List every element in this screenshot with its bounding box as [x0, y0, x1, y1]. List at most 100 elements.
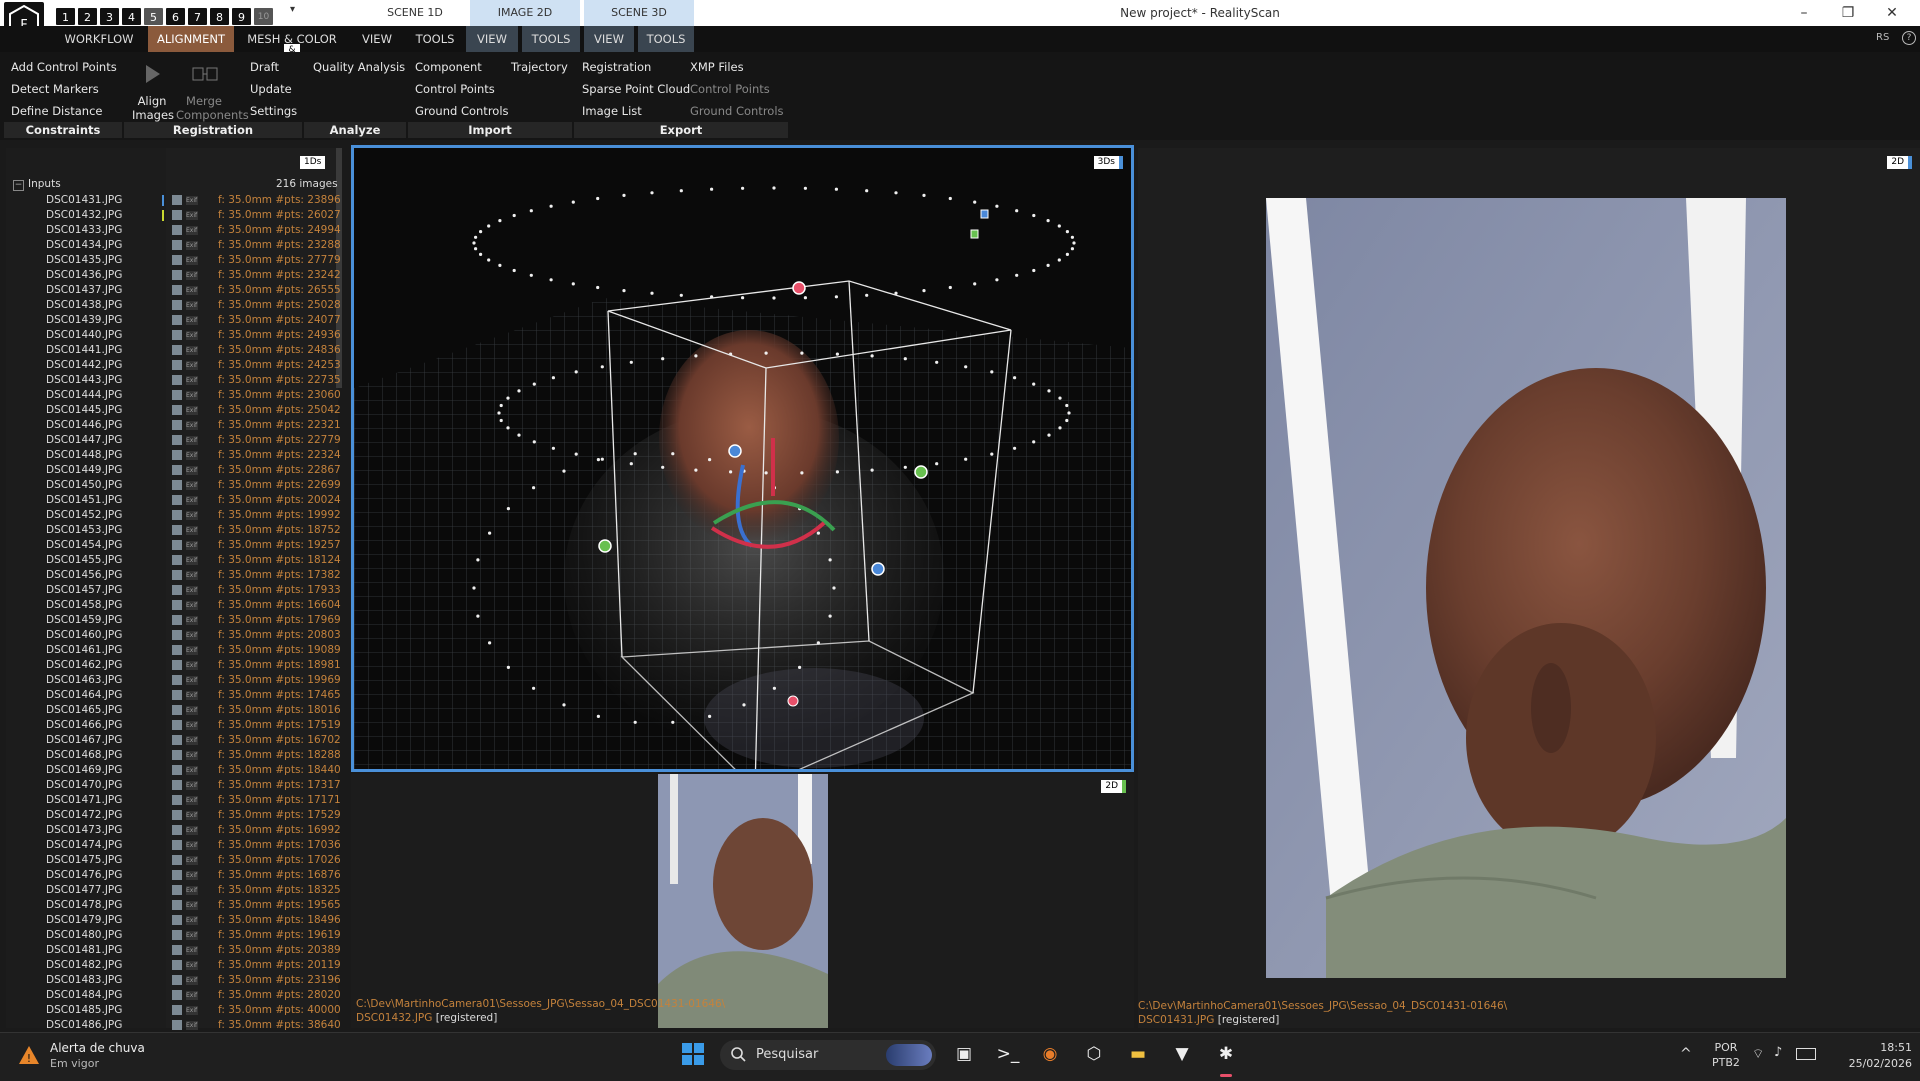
input-file-name[interactable]: DSC01437.JPG [46, 283, 122, 298]
input-file-name[interactable]: DSC01454.JPG [46, 538, 122, 553]
input-file-name[interactable]: DSC01466.JPG [46, 718, 122, 733]
file-explorer-icon[interactable]: ▬ [1124, 1040, 1152, 1068]
input-file-name[interactable]: DSC01471.JPG [46, 793, 122, 808]
export-control-points-button[interactable]: Control Points [690, 82, 770, 96]
input-file-name[interactable]: DSC01451.JPG [46, 493, 122, 508]
input-file-name[interactable]: DSC01472.JPG [46, 808, 122, 823]
input-file-name[interactable]: DSC01450.JPG [46, 478, 122, 493]
input-file-name[interactable]: DSC01443.JPG [46, 373, 122, 388]
input-file-name[interactable]: DSC01462.JPG [46, 658, 122, 673]
layout-button-7[interactable]: 7 [188, 8, 207, 25]
input-file-name[interactable]: DSC01465.JPG [46, 703, 122, 718]
input-file-name[interactable]: DSC01470.JPG [46, 778, 122, 793]
update-button[interactable]: Update [250, 82, 292, 96]
import-trajectory-button[interactable]: Trajectory [511, 60, 568, 74]
input-file-name[interactable]: DSC01435.JPG [46, 253, 122, 268]
draft-button[interactable]: Draft [250, 60, 279, 74]
add-control-points-button[interactable]: Add Control Points [11, 60, 117, 74]
input-file-name[interactable]: DSC01447.JPG [46, 433, 122, 448]
unity-icon[interactable]: ⬡ [1080, 1040, 1108, 1068]
input-file-name[interactable]: DSC01442.JPG [46, 358, 122, 373]
input-file-name[interactable]: DSC01482.JPG [46, 958, 122, 973]
gizmo-handle-right-blue[interactable] [871, 562, 885, 576]
detect-markers-button[interactable]: Detect Markers [11, 82, 99, 96]
input-file-name[interactable]: DSC01475.JPG [46, 853, 122, 868]
export-sparse-point-cloud-button[interactable]: Sparse Point Cloud [582, 82, 690, 96]
realityscan-taskbar-icon[interactable]: ✱ [1212, 1040, 1240, 1068]
clock-time[interactable]: 18:51 [1858, 1041, 1912, 1054]
gizmo-handle-top[interactable] [792, 281, 806, 295]
input-file-name[interactable]: DSC01436.JPG [46, 268, 122, 283]
layout-button-8[interactable]: 8 [210, 8, 229, 25]
input-file-name[interactable]: DSC01453.JPG [46, 523, 122, 538]
input-file-name[interactable]: DSC01444.JPG [46, 388, 122, 403]
weather-title[interactable]: Alerta de chuva [50, 1041, 145, 1055]
battery-icon[interactable] [1796, 1048, 1816, 1060]
tab-image-2d[interactable]: IMAGE 2D [470, 0, 580, 26]
layout-button-10[interactable]: 10 [254, 8, 273, 25]
menu-view-2d[interactable]: VIEW [466, 26, 518, 52]
input-file-name[interactable]: DSC01441.JPG [46, 343, 122, 358]
input-file-name[interactable]: DSC01480.JPG [46, 928, 122, 943]
input-file-name[interactable]: DSC01481.JPG [46, 943, 122, 958]
language-indicator[interactable]: POR PTB2 [1712, 1040, 1740, 1070]
gizmo-handle-left-green[interactable] [598, 539, 612, 553]
start-button-windows-icon[interactable] [682, 1043, 704, 1065]
align-images-icon[interactable] [140, 62, 164, 86]
tab-scene-3d[interactable]: SCENE 3D [584, 0, 694, 26]
define-distance-button[interactable]: Define Distance [11, 104, 102, 118]
import-component-button[interactable]: Component [415, 60, 482, 74]
settings-button[interactable]: Settings [250, 104, 297, 118]
blender-icon[interactable]: ◉ [1036, 1040, 1064, 1068]
input-file-name[interactable]: DSC01459.JPG [46, 613, 122, 628]
scene-3d-viewport[interactable]: 3Ds [351, 145, 1134, 772]
layout-button-2[interactable]: 2 [78, 8, 97, 25]
weather-alert-icon[interactable]: ! [18, 1044, 40, 1066]
input-file-name[interactable]: DSC01476.JPG [46, 868, 122, 883]
input-file-name[interactable]: DSC01455.JPG [46, 553, 122, 568]
tab-scene-1d[interactable]: SCENE 1D [360, 0, 470, 26]
export-ground-controls-button[interactable]: Ground Controls [690, 104, 784, 118]
export-image-list-button[interactable]: Image List [582, 104, 642, 118]
terminal-icon[interactable]: >_ [994, 1040, 1022, 1068]
task-view-icon[interactable]: ▣ [950, 1040, 978, 1068]
menu-view[interactable]: VIEW [350, 26, 404, 52]
input-file-name[interactable]: DSC01458.JPG [46, 598, 122, 613]
close-button[interactable]: ✕ [1870, 0, 1914, 26]
input-file-name[interactable]: DSC01484.JPG [46, 988, 122, 1003]
layout-button-6[interactable]: 6 [166, 8, 185, 25]
input-file-name[interactable]: DSC01448.JPG [46, 448, 122, 463]
input-file-name[interactable]: DSC01439.JPG [46, 313, 122, 328]
align-images-button[interactable]: Align Images [132, 94, 174, 122]
menu-view-3d[interactable]: VIEW [584, 26, 634, 52]
wifi-icon[interactable]: ⌔ [1752, 1046, 1764, 1062]
input-file-name[interactable]: DSC01467.JPG [46, 733, 122, 748]
input-file-name[interactable]: DSC01438.JPG [46, 298, 122, 313]
input-file-name[interactable]: DSC01460.JPG [46, 628, 122, 643]
merge-components-button[interactable]: Merge Components [176, 94, 249, 122]
gizmo-handle-right-green[interactable] [914, 465, 928, 479]
layout-button-3[interactable]: 3 [100, 8, 119, 25]
input-file-name[interactable]: DSC01431.JPG [46, 193, 122, 208]
input-file-name[interactable]: DSC01473.JPG [46, 823, 122, 838]
export-registration-button[interactable]: Registration [582, 60, 651, 74]
input-file-name[interactable]: DSC01468.JPG [46, 748, 122, 763]
input-file-name[interactable]: DSC01446.JPG [46, 418, 122, 433]
layout-button-5[interactable]: 5 [144, 8, 163, 25]
merge-components-icon[interactable] [192, 64, 218, 86]
input-file-name[interactable]: DSC01463.JPG [46, 673, 122, 688]
volume-icon[interactable]: ♪ [1774, 1045, 1782, 1060]
input-file-name[interactable]: DSC01456.JPG [46, 568, 122, 583]
input-file-name[interactable]: DSC01440.JPG [46, 328, 122, 343]
maximize-button[interactable]: ❐ [1826, 0, 1870, 26]
menu-workflow[interactable]: WORKFLOW [56, 26, 142, 52]
input-file-name[interactable]: DSC01486.JPG [46, 1018, 122, 1033]
layout-button-4[interactable]: 4 [122, 8, 141, 25]
quality-analysis-button[interactable]: Quality Analysis [313, 60, 405, 74]
input-file-name[interactable]: DSC01478.JPG [46, 898, 122, 913]
input-file-name[interactable]: DSC01452.JPG [46, 508, 122, 523]
image-2d-viewport-large[interactable]: 2D C:\Dev\MartinhoCamera01\Sessoes_JPG\S… [1138, 148, 1920, 1028]
import-control-points-button[interactable]: Control Points [415, 82, 495, 96]
epic-games-icon[interactable]: ▼ [1168, 1040, 1196, 1068]
layout-button-1[interactable]: 1 [56, 8, 75, 25]
